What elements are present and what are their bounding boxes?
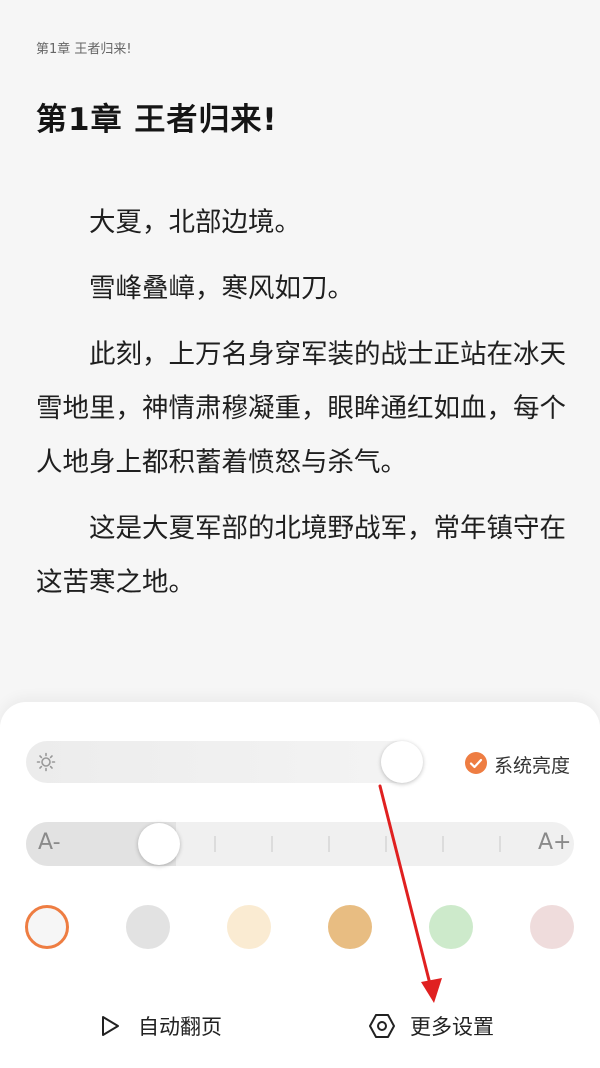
font-size-tick [271,836,273,852]
play-icon [96,1012,124,1040]
auto-page-button[interactable]: 自动翻页 [96,1010,222,1042]
settings-icon [368,1012,396,1040]
font-size-slider-thumb[interactable] [138,823,180,865]
background-swatch-tan[interactable] [328,905,372,949]
auto-page-label: 自动翻页 [138,1015,222,1039]
font-size-tick [442,836,444,852]
paragraph: 此刻，上万名身穿军装的战士正站在冰天雪地里，神情肃穆凝重，眼眸通红如血，每个人地… [36,339,566,478]
sun-icon [36,752,56,772]
more-settings-label: 更多设置 [410,1015,494,1039]
background-swatch-gray[interactable] [126,905,170,949]
font-size-tick [385,836,387,852]
paragraph: 这是大夏军部的北境野战军，常年镇守在这苦寒之地。 [36,513,566,598]
chapter-title: 第1章 王者归来! [36,102,278,138]
background-swatch-green[interactable] [429,905,473,949]
running-header: 第1章 王者归来! [36,42,132,57]
background-swatch-white[interactable] [25,905,69,949]
system-brightness-checkbox[interactable] [465,752,487,774]
chapter-body: 大夏，北部边境。 雪峰叠嶂，寒风如刀。 此刻，上万名身穿军装的战士正站在冰天雪地… [36,196,570,622]
font-size-tick [214,836,216,852]
font-increase-label[interactable]: A+ [538,830,571,855]
font-size-tick [499,836,501,852]
paragraph: 雪峰叠嶂，寒风如刀。 [89,273,354,304]
background-swatch-cream[interactable] [227,905,271,949]
brightness-slider[interactable] [26,741,422,783]
paragraph: 大夏，北部边境。 [89,207,301,238]
system-brightness-label[interactable]: 系统亮度 [494,751,570,778]
background-swatch-pink[interactable] [530,905,574,949]
checkmark-icon [469,758,483,769]
more-settings-button[interactable]: 更多设置 [368,1010,494,1042]
font-decrease-label[interactable]: A- [38,830,61,855]
font-size-tick [328,836,330,852]
brightness-slider-thumb[interactable] [381,741,423,783]
reading-settings-panel: 系统亮度 A- A+ 自动翻页 更多设置 [0,702,600,1068]
